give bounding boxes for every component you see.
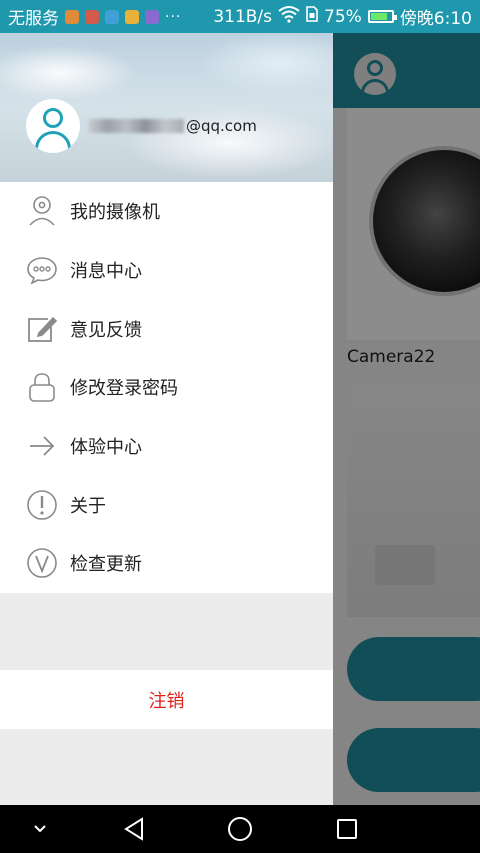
sim-icon <box>306 6 318 27</box>
battery-percent: 75% <box>324 6 362 27</box>
arrow-right-icon <box>26 430 58 462</box>
more-notifications-icon: ··· <box>165 8 182 25</box>
status-bar: 无服务 ··· 311B/s 75% 傍晚6:10 <box>0 0 480 33</box>
app-icon-2 <box>85 9 99 24</box>
menu-item-label: 我的摄像机 <box>70 202 160 224</box>
menu-item-label: 体验中心 <box>70 437 142 459</box>
app-icon-3 <box>105 9 119 24</box>
menu-item-label: 修改登录密码 <box>70 378 178 400</box>
menu-item-change-password[interactable]: 修改登录密码 <box>0 358 333 417</box>
email-redaction <box>88 119 184 133</box>
back-icon[interactable] <box>120 815 148 843</box>
user-avatar-icon[interactable] <box>26 99 80 153</box>
message-icon <box>26 254 58 286</box>
menu-item-label: 意见反馈 <box>70 319 142 341</box>
recent-apps-icon[interactable] <box>333 815 361 843</box>
feedback-icon <box>26 313 58 345</box>
camera-icon <box>26 195 58 227</box>
menu-item-label: 关于 <box>70 495 106 517</box>
navigation-drawer: @qq.com 我的摄像机 消息中心 意见反馈 修改登录密码 体验中心 关于 检… <box>0 33 333 805</box>
user-email: @qq.com <box>88 117 257 135</box>
system-nav-bar <box>0 805 480 853</box>
home-icon[interactable] <box>226 815 254 843</box>
network-speed: 311B/s <box>213 6 273 27</box>
update-icon <box>26 547 58 579</box>
menu-item-label: 消息中心 <box>70 261 142 283</box>
drawer-scrim[interactable] <box>333 33 480 805</box>
email-domain: @qq.com <box>186 117 257 135</box>
menu-item-feedback[interactable]: 意见反馈 <box>0 299 333 358</box>
chevron-down-icon[interactable] <box>26 815 54 843</box>
logout-label: 注销 <box>148 690 185 712</box>
wifi-icon <box>278 5 300 28</box>
app-icon-5 <box>145 9 159 24</box>
menu-item-messages[interactable]: 消息中心 <box>0 241 333 300</box>
menu-item-label: 检查更新 <box>70 554 142 576</box>
app-icon-4 <box>125 9 139 24</box>
app-icon-1 <box>65 9 79 24</box>
carrier-text: 无服务 <box>8 9 59 29</box>
menu-item-my-cameras[interactable]: 我的摄像机 <box>0 182 333 241</box>
menu-item-about[interactable]: 关于 <box>0 475 333 534</box>
menu-item-check-update[interactable]: 检查更新 <box>0 534 333 593</box>
lock-icon <box>26 371 58 403</box>
info-icon <box>26 489 58 521</box>
battery-icon <box>367 10 397 23</box>
clock: 傍晚6:10 <box>399 9 472 29</box>
drawer-header: @qq.com <box>0 33 333 182</box>
logout-button[interactable]: 注销 <box>0 670 333 729</box>
drawer-menu: 我的摄像机 消息中心 意见反馈 修改登录密码 体验中心 关于 检查更新 <box>0 182 333 593</box>
menu-item-experience-center[interactable]: 体验中心 <box>0 417 333 476</box>
